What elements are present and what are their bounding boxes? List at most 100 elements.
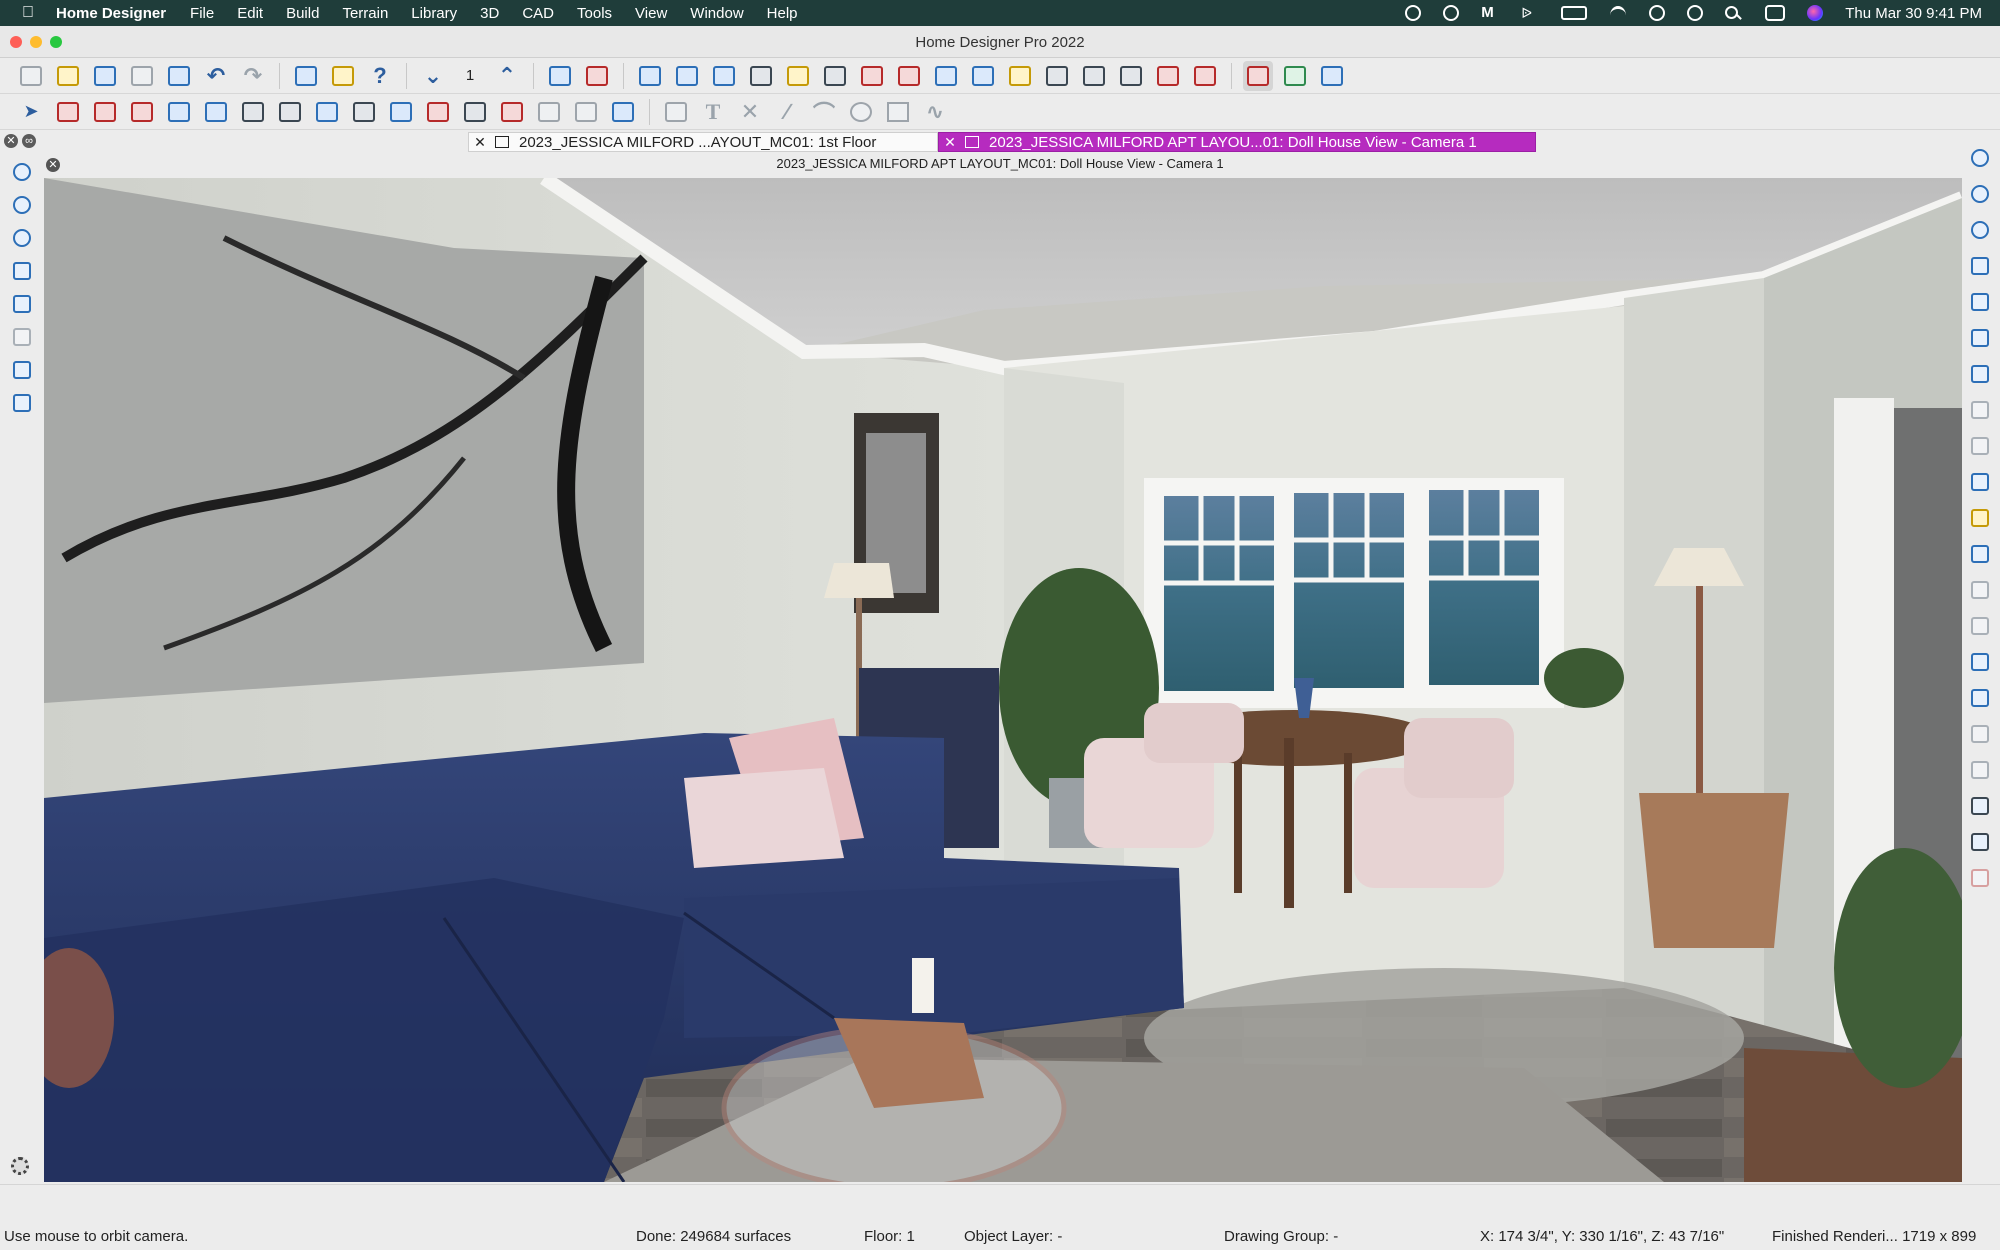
- reference-display-button[interactable]: [1968, 434, 1992, 458]
- settings-button[interactable]: [8, 1154, 32, 1178]
- zoom-button[interactable]: [1968, 146, 1992, 170]
- preview-button[interactable]: [1968, 614, 1992, 638]
- tab-1st-floor[interactable]: ✕ 2023_JESSICA MILFORD ...AYOUT_MC01: 1s…: [468, 132, 938, 152]
- door-tools-button[interactable]: [201, 97, 231, 127]
- room-tools-button[interactable]: [127, 97, 157, 127]
- line-button[interactable]: ∕: [772, 97, 802, 127]
- help-button[interactable]: ?: [365, 61, 395, 91]
- menu-3d[interactable]: 3D: [480, 5, 499, 22]
- zoom-in-button[interactable]: [10, 193, 34, 217]
- pan-button[interactable]: [10, 391, 34, 415]
- eyedropper-button[interactable]: [1079, 61, 1109, 91]
- menu-window[interactable]: Window: [690, 5, 743, 22]
- checklist-button[interactable]: [582, 61, 612, 91]
- zoom-out-button[interactable]: [1968, 218, 1992, 242]
- dimension-tools-button[interactable]: [164, 97, 194, 127]
- record-walkthrough-button[interactable]: [857, 61, 887, 91]
- close-tab-icon[interactable]: ✕: [469, 134, 491, 151]
- fill-window-building-button[interactable]: [10, 325, 34, 349]
- cad-detail-button[interactable]: [1968, 866, 1992, 890]
- arc-button[interactable]: ⌒: [809, 97, 839, 127]
- tab-doll-house-view[interactable]: ✕ 2023_JESSICA MILFORD APT LAYOU...01: D…: [938, 132, 1536, 152]
- object-view-button[interactable]: [1968, 578, 1992, 602]
- up-one-floor-button[interactable]: ⌃: [492, 61, 522, 91]
- undo-zoom-button[interactable]: [10, 259, 34, 283]
- apple-icon[interactable]: : [22, 4, 34, 22]
- menu-terrain[interactable]: Terrain: [342, 5, 388, 22]
- view-layout-button[interactable]: [1317, 61, 1347, 91]
- project-browser-button[interactable]: [291, 61, 321, 91]
- material-eyedropper-button[interactable]: [1116, 61, 1146, 91]
- bluetooth-icon[interactable]: ᐉ: [1521, 6, 1539, 20]
- color-on-off-button[interactable]: [1190, 61, 1220, 91]
- window-tools-button[interactable]: [238, 97, 268, 127]
- time-machine-icon[interactable]: [1687, 5, 1704, 21]
- room-view-button[interactable]: [423, 97, 453, 127]
- close-view-icon[interactable]: ✕: [46, 158, 60, 172]
- text-button[interactable]: T: [698, 97, 728, 127]
- cad-cross-button[interactable]: ✕: [735, 97, 765, 127]
- walkthrough-button[interactable]: [820, 61, 850, 91]
- rectangle-button[interactable]: [883, 97, 913, 127]
- display-options-button[interactable]: [1968, 470, 1992, 494]
- close-all-icon[interactable]: ✕: [4, 134, 18, 148]
- menu-view[interactable]: View: [635, 5, 667, 22]
- print-preview-button[interactable]: [164, 61, 194, 91]
- object-lock-button[interactable]: [1968, 506, 1992, 530]
- garage-button[interactable]: [460, 97, 490, 127]
- menu-help[interactable]: Help: [767, 5, 798, 22]
- railing-tools-button[interactable]: [90, 97, 120, 127]
- slab-button[interactable]: [534, 97, 564, 127]
- build-house-button[interactable]: [386, 97, 416, 127]
- user-icon[interactable]: [1649, 5, 1666, 21]
- measure-button[interactable]: [661, 97, 691, 127]
- material-painter-button[interactable]: [545, 61, 575, 91]
- roof-tools-button[interactable]: [349, 97, 379, 127]
- spline-button[interactable]: ∿: [920, 97, 950, 127]
- save-button[interactable]: [90, 61, 120, 91]
- tile-views-icon[interactable]: ∞: [22, 134, 36, 148]
- print-button[interactable]: [127, 61, 157, 91]
- final-view-button[interactable]: [1243, 60, 1273, 91]
- open-file-button[interactable]: [53, 61, 83, 91]
- menubar-clock[interactable]: Thu Mar 30 9:41 PM: [1845, 5, 1982, 22]
- creative-cloud-icon[interactable]: [1405, 5, 1422, 21]
- circle-button[interactable]: [846, 97, 876, 127]
- down-one-floor-button[interactable]: ⌄: [418, 61, 448, 91]
- curve-snap-button[interactable]: [1968, 722, 1992, 746]
- fixture-button[interactable]: [608, 97, 638, 127]
- fill-window-button[interactable]: [10, 292, 34, 316]
- control-center-icon[interactable]: [1765, 5, 1786, 21]
- object-snaps-button[interactable]: [1968, 686, 1992, 710]
- doll-house-button[interactable]: [894, 61, 924, 91]
- camera-button[interactable]: [672, 61, 702, 91]
- battery-icon[interactable]: [1561, 6, 1588, 20]
- elevation-button[interactable]: [783, 61, 813, 91]
- doll-house-3d-view[interactable]: [44, 178, 1962, 1182]
- zoom-in-button[interactable]: [1968, 182, 1992, 206]
- menu-file[interactable]: File: [190, 5, 214, 22]
- menu-build[interactable]: Build: [286, 5, 319, 22]
- fit-to-screen-button[interactable]: [1968, 326, 1992, 350]
- mouse-orbit-button[interactable]: [746, 61, 776, 91]
- library-browser-button[interactable]: [328, 61, 358, 91]
- wifi-icon[interactable]: [1609, 6, 1627, 20]
- wall-tools-button[interactable]: [53, 97, 83, 127]
- lights-button[interactable]: [1005, 61, 1035, 91]
- delete-surface-button[interactable]: [1153, 61, 1183, 91]
- fit-to-screen-button[interactable]: [10, 358, 34, 382]
- full-camera-button[interactable]: [635, 61, 665, 91]
- redo-button[interactable]: ↷: [238, 61, 268, 91]
- stairs-tools-button[interactable]: [312, 97, 342, 127]
- spotlight-app-icon[interactable]: [1443, 5, 1460, 21]
- floor-overview-button[interactable]: [931, 61, 961, 91]
- layers-button[interactable]: [1968, 398, 1992, 422]
- render-image-button[interactable]: [1280, 61, 1310, 91]
- deck-button[interactable]: [497, 97, 527, 127]
- menu-tools[interactable]: Tools: [577, 5, 612, 22]
- new-file-button[interactable]: [16, 61, 46, 91]
- zoom-button[interactable]: [10, 160, 34, 184]
- search-icon[interactable]: [1725, 6, 1743, 20]
- menu-library[interactable]: Library: [411, 5, 457, 22]
- menu-edit[interactable]: Edit: [237, 5, 263, 22]
